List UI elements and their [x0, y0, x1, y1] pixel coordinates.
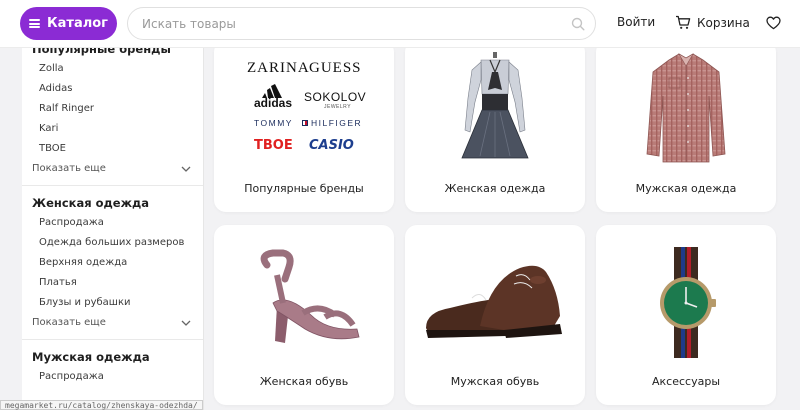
sidebar-section-title[interactable]: Женская одежда	[22, 193, 203, 213]
show-more-label: Показать еще	[32, 317, 106, 328]
show-more-button[interactable]: Показать еще	[22, 313, 203, 333]
brand-logo-tommy: TOMMY	[254, 118, 293, 128]
sidebar-item[interactable]: Платья	[22, 273, 203, 293]
sidebar-section-popular-brands: Популярные бренды Zolla Adidas Ralf Ring…	[22, 48, 203, 186]
wristwatch-image	[596, 245, 776, 360]
shirt-image	[596, 50, 776, 168]
mens-shoes-image	[405, 250, 585, 355]
sidebar-section-title[interactable]: Популярные бренды	[22, 48, 203, 59]
category-sidebar: Популярные бренды Zolla Adidas Ralf Ring…	[22, 48, 204, 410]
category-card-label: Популярные бренды	[244, 182, 364, 195]
favorites-heart-icon[interactable]	[766, 16, 781, 30]
top-header: Каталог Войти Корзина	[0, 0, 800, 48]
sidebar-item[interactable]: Верхняя одежда	[22, 253, 203, 273]
brand-logo-sokolov: SOKOLOV	[304, 90, 367, 104]
catalog-label: Каталог	[47, 16, 108, 31]
brand-logo-casio: CASIO	[309, 138, 354, 153]
category-card-label: Аксессуары	[652, 375, 720, 388]
category-card-accessories[interactable]: Аксессуары	[596, 225, 776, 405]
category-card-label: Мужская обувь	[450, 375, 540, 388]
chevron-down-icon	[181, 166, 191, 172]
brand-logo-hilfiger: HILFIGER	[311, 118, 363, 128]
sidebar-section-title[interactable]: Мужская одежда	[22, 347, 203, 367]
category-card-womens-shoes[interactable]: Женская обувь	[214, 225, 394, 405]
dress-image	[405, 50, 585, 165]
catalog-button[interactable]: Каталог	[20, 7, 117, 40]
category-card-womens-clothing[interactable]: Женская одежда	[405, 40, 585, 212]
cart-icon	[676, 15, 691, 29]
search-box[interactable]	[127, 7, 596, 40]
sidebar-item[interactable]: TBOE	[22, 139, 203, 159]
brand-logo-guess: GUESS	[309, 60, 362, 76]
sidebar-item[interactable]: Zolla	[22, 59, 203, 79]
category-card-mens-clothing[interactable]: Мужская одежда	[596, 40, 776, 212]
sidebar-item[interactable]: Одежда больших размеров	[22, 233, 203, 253]
category-card-popular-brands[interactable]: ZARINA GUESS adidas SOKOLOV JEWELRY TOMM…	[214, 40, 394, 212]
cart-link[interactable]: Корзина	[675, 15, 750, 30]
sidebar-item[interactable]: Распродажа	[22, 213, 203, 233]
login-link[interactable]: Войти	[617, 15, 655, 29]
category-card-label: Женская обувь	[259, 375, 349, 388]
category-card-label: Женская одежда	[444, 182, 546, 195]
menu-icon	[29, 19, 41, 28]
sidebar-item[interactable]: Adidas	[22, 79, 203, 99]
brand-logo-zarina: ZARINA	[247, 60, 310, 76]
sidebar-item[interactable]: Распродажа	[22, 367, 203, 387]
brand-logo-sokolov-sub: JEWELRY	[324, 104, 352, 110]
sidebar-item[interactable]: Kari	[22, 119, 203, 139]
sidebar-section-mens-clothing: Мужская одежда Распродажа	[22, 340, 203, 393]
login-label: Войти	[617, 15, 656, 29]
tommy-flag-icon	[302, 120, 308, 126]
brand-logo-tvoe: TBOE	[254, 138, 293, 153]
show-more-button[interactable]: Показать еще	[22, 159, 203, 179]
search-icon[interactable]	[571, 17, 585, 31]
browser-status-url: megamarket.ru/catalog/zhenskaya-odezhda/	[0, 400, 203, 410]
search-input[interactable]	[142, 16, 571, 31]
category-card-mens-shoes[interactable]: Мужская обувь	[405, 225, 585, 405]
sidebar-section-womens-clothing: Женская одежда Распродажа Одежда больших…	[22, 186, 203, 340]
sidebar-item[interactable]: Ralf Ringer	[22, 99, 203, 119]
brand-logo-adidas: adidas	[254, 96, 293, 110]
category-card-label: Мужская одежда	[635, 182, 737, 195]
show-more-label: Показать еще	[32, 163, 106, 174]
chevron-down-icon	[181, 320, 191, 326]
cart-label: Корзина	[697, 15, 750, 30]
sandal-image	[214, 245, 394, 355]
sidebar-item[interactable]: Блузы и рубашки	[22, 293, 203, 313]
